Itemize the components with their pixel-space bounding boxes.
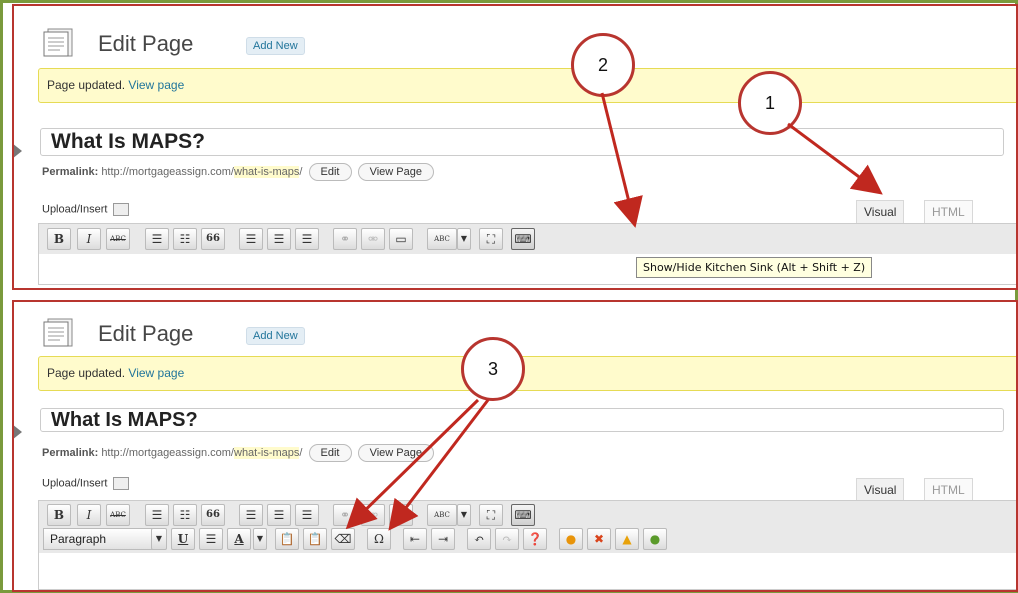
arrow-2 [600,92,643,228]
arrow-1 [787,122,883,195]
arrow-3a [345,398,480,530]
arrow-3b [388,399,490,531]
annotation-arrows [345,92,883,531]
